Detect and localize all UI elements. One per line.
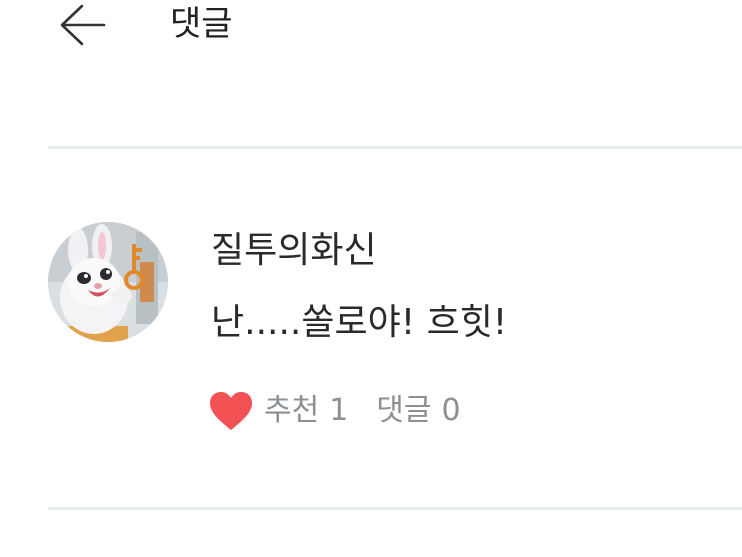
app-header: 댓글	[0, 0, 742, 60]
divider	[48, 146, 742, 149]
avatar[interactable]	[48, 222, 168, 342]
comment-text: 난.....쏠로야! 흐힛!	[211, 302, 508, 343]
bunny-avatar-image	[48, 222, 168, 342]
like-label: 추천	[264, 393, 320, 428]
comment-author[interactable]: 질투의화신	[211, 228, 377, 274]
reply-label: 댓글	[376, 393, 432, 428]
comment-actions: 추천 1 댓글 0	[208, 388, 461, 434]
reply-button[interactable]: 댓글 0	[376, 389, 460, 433]
reply-count: 0	[441, 393, 461, 428]
like-count: 1	[329, 393, 349, 428]
heart-icon	[210, 392, 252, 430]
back-button[interactable]	[54, 0, 110, 50]
arrow-left-icon	[60, 4, 106, 46]
page-title: 댓글	[170, 4, 233, 44]
divider	[48, 507, 742, 510]
like-button[interactable]: 추천 1	[208, 389, 348, 433]
